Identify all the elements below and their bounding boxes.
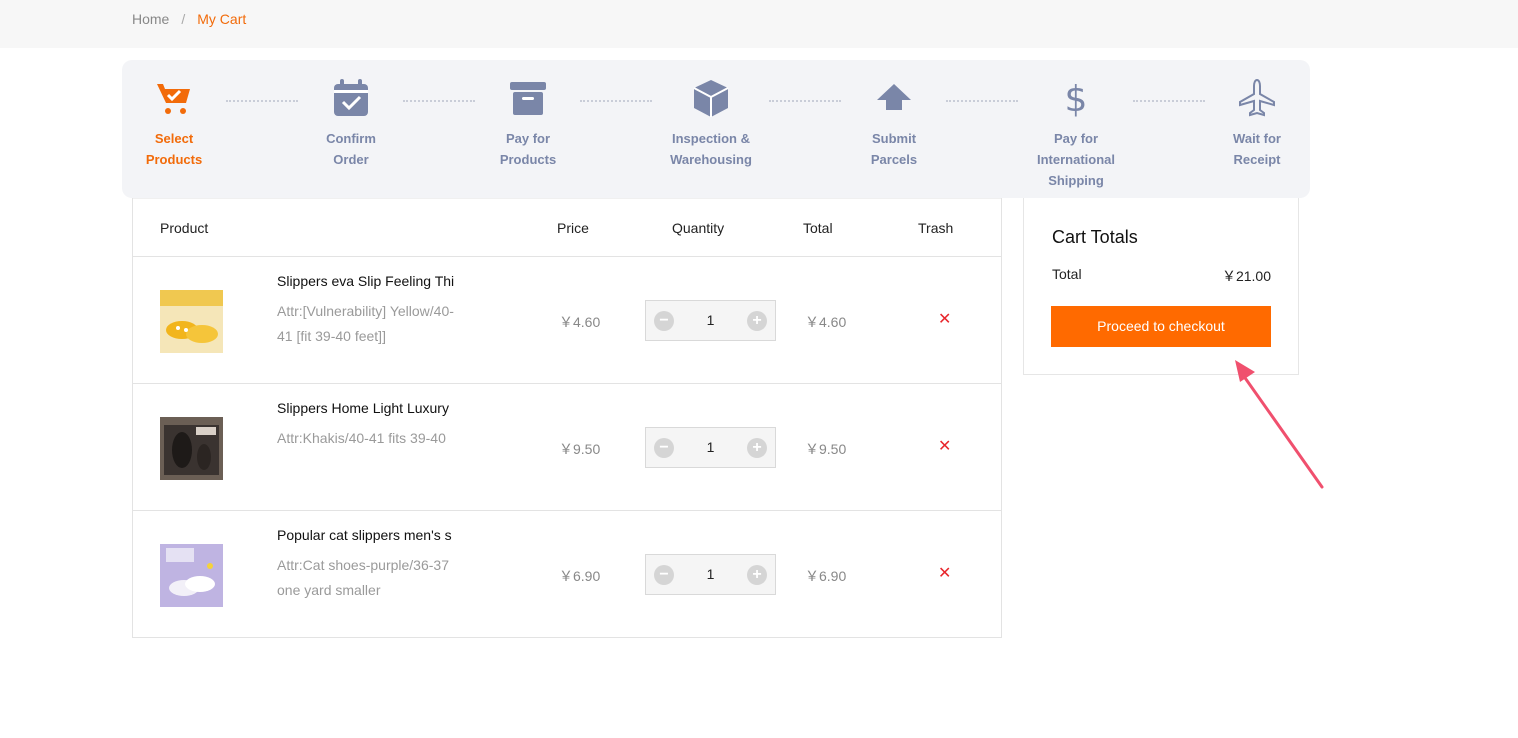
product-attributes: Attr:Khakis/40-41 fits 39-40 [277, 430, 446, 446]
header-trash: Trash [918, 220, 954, 236]
step-label: Products [145, 152, 203, 167]
remove-item-button[interactable]: ✕ [938, 436, 951, 456]
step-select-products: Select Products [109, 78, 239, 170]
remove-item-button[interactable]: ✕ [938, 563, 951, 583]
line-total: ￥9.50 [805, 441, 847, 457]
quantity-stepper: 1 − + [645, 300, 776, 341]
step-label: International [1036, 152, 1115, 167]
step-confirm-order: Confirm Order [286, 78, 416, 170]
step-label: Inspection & [671, 131, 750, 146]
airplane-icon [1239, 78, 1275, 117]
step-label: Receipt [1233, 152, 1281, 167]
breadcrumb-current: My Cart [197, 11, 247, 27]
step-label: Confirm [326, 131, 376, 146]
dollar-icon: $ [1065, 79, 1088, 118]
product-name[interactable]: Slippers eva Slip Feeling Thi [277, 273, 457, 289]
step-label: Pay for [1053, 131, 1099, 146]
unit-price: ￥4.60 [559, 314, 601, 330]
product-attributes: Attr:Cat shoes-purple/36-37 one yard sma… [277, 557, 449, 598]
checkout-steps: Select Products Confirm Order Pay for Pr… [122, 60, 1310, 198]
step-inspection: Inspection & Warehousing [646, 78, 776, 170]
quantity-stepper: 1 − + [645, 554, 776, 595]
step-label: Submit [871, 131, 917, 146]
header-quantity: Quantity [672, 220, 725, 236]
step-wait-receipt: Wait for Receipt [1192, 78, 1322, 170]
step-label: Wait for [1233, 131, 1281, 146]
remove-item-button[interactable]: ✕ [938, 309, 951, 329]
total-value: ￥21.00 [1221, 268, 1271, 284]
package-icon [693, 80, 729, 117]
product-thumbnail[interactable] [160, 544, 223, 607]
quantity-stepper: 1 − + [645, 427, 776, 468]
product-thumbnail[interactable] [160, 417, 223, 480]
header-product: Product [160, 220, 209, 236]
line-total: ￥4.60 [805, 314, 847, 330]
step-pay-products: Pay for Products [463, 78, 593, 170]
product-name[interactable]: Popular cat slippers men's s [277, 527, 457, 543]
step-label: Shipping [1048, 173, 1104, 188]
increase-button[interactable]: + [747, 438, 767, 458]
calendar-check-icon [334, 79, 368, 116]
increase-button[interactable]: + [747, 565, 767, 585]
step-label: Parcels [870, 152, 918, 167]
table-row: Popular cat slippers men's s Attr:Cat sh… [133, 511, 1001, 638]
upload-arrow-icon [877, 84, 911, 110]
step-label: Products [499, 152, 557, 167]
table-row: Slippers Home Light Luxury Attr:Khakis/4… [133, 384, 1001, 511]
top-bar: Home / My Cart [0, 0, 1518, 48]
step-pay-shipping: $ Pay for International Shipping [1011, 78, 1141, 191]
decrease-button[interactable]: − [654, 565, 674, 585]
header-price: Price [557, 220, 589, 236]
archive-box-icon [510, 82, 546, 115]
proceed-to-checkout-button[interactable]: Proceed to checkout [1051, 306, 1271, 347]
step-label: Pay for [505, 131, 551, 146]
increase-button[interactable]: + [747, 311, 767, 331]
product-name[interactable]: Slippers Home Light Luxury [277, 400, 457, 416]
svg-text:$: $ [1065, 79, 1088, 118]
table-row: Slippers eva Slip Feeling Thi Attr:[Vuln… [133, 257, 1001, 384]
line-total: ￥6.90 [805, 568, 847, 584]
table-header: Product Price Quantity Total Trash [133, 198, 1001, 257]
step-label: Select [154, 131, 194, 146]
cart-table: Product Price Quantity Total Trash Slipp… [132, 198, 1002, 638]
cart-icon [157, 84, 190, 114]
decrease-button[interactable]: − [654, 438, 674, 458]
breadcrumb-separator: / [181, 11, 186, 27]
product-attributes: Attr:[Vulnerability] Yellow/40-41 [fit 3… [277, 303, 454, 344]
header-total: Total [803, 220, 833, 236]
unit-price: ￥6.90 [559, 568, 601, 584]
total-label: Total [1052, 266, 1082, 282]
product-thumbnail[interactable] [160, 290, 223, 353]
step-label: Warehousing [670, 152, 752, 167]
annotation-arrow-icon [1235, 360, 1324, 489]
cart-totals-panel: Cart Totals Total ￥21.00 Proceed to chec… [1023, 198, 1299, 375]
breadcrumb: Home / My Cart [132, 11, 246, 27]
breadcrumb-home[interactable]: Home [132, 11, 169, 27]
step-submit-parcels: Submit Parcels [829, 78, 959, 170]
decrease-button[interactable]: − [654, 311, 674, 331]
cart-totals-title: Cart Totals [1052, 227, 1138, 247]
unit-price: ￥9.50 [559, 441, 601, 457]
step-label: Order [333, 152, 369, 167]
